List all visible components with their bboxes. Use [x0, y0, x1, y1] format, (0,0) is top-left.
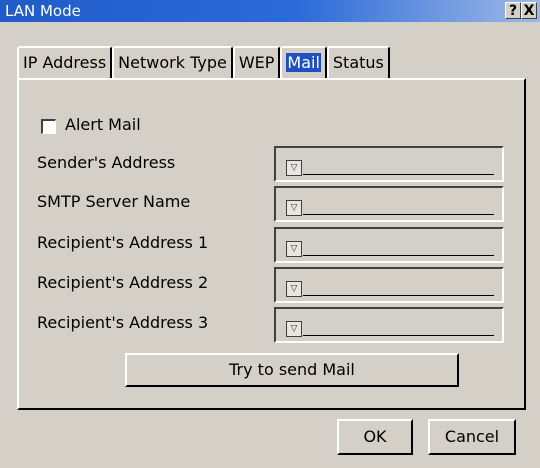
- recipient-address-2-field[interactable]: ▽: [274, 267, 504, 303]
- alert-mail-checkbox[interactable]: [41, 119, 56, 134]
- sender-address-field[interactable]: ▽: [274, 146, 504, 182]
- recipient-address-3-field[interactable]: ▽: [274, 307, 504, 343]
- help-button[interactable]: ?: [505, 2, 521, 19]
- smtp-server-label: SMTP Server Name: [37, 192, 191, 211]
- tab-wep[interactable]: WEP: [232, 46, 281, 78]
- recipient-address-1-field[interactable]: ▽: [274, 227, 504, 263]
- window-title: LAN Mode: [5, 2, 81, 20]
- tab-ip-address[interactable]: IP Address: [17, 46, 113, 78]
- dropdown-icon[interactable]: ▽: [286, 241, 302, 257]
- recipient-address-3-label: Recipient's Address 3: [37, 313, 209, 332]
- dropdown-icon[interactable]: ▽: [286, 200, 302, 216]
- smtp-server-field[interactable]: ▽: [274, 186, 504, 222]
- try-send-mail-button[interactable]: Try to send Mail: [125, 353, 459, 387]
- recipient-address-1-label: Recipient's Address 1: [37, 233, 209, 252]
- sender-address-label: Sender's Address: [37, 153, 176, 172]
- dropdown-icon[interactable]: ▽: [286, 281, 302, 297]
- recipient-address-2-label: Recipient's Address 2: [37, 273, 209, 292]
- tab-mail[interactable]: Mail: [280, 46, 327, 78]
- tab-status[interactable]: Status: [326, 46, 390, 78]
- dropdown-icon[interactable]: ▽: [286, 321, 302, 337]
- ok-button[interactable]: OK: [337, 419, 413, 455]
- cancel-button[interactable]: Cancel: [428, 419, 516, 455]
- mail-panel: Alert Mail Sender's Address ▽ SMTP Serve…: [17, 78, 526, 410]
- tab-strip: IP Address Network Type WEP Mail Status: [17, 46, 390, 78]
- close-button[interactable]: X: [521, 2, 537, 19]
- title-bar: LAN Mode ? X: [0, 0, 540, 22]
- dropdown-icon[interactable]: ▽: [286, 160, 302, 176]
- alert-mail-label: Alert Mail: [65, 115, 141, 134]
- tab-network-type[interactable]: Network Type: [112, 46, 233, 78]
